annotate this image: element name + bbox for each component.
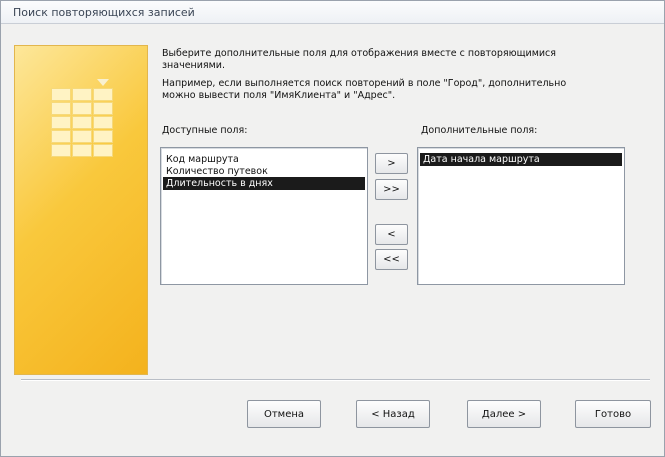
- list-item-route-start-date[interactable]: Дата начала маршрута: [420, 153, 622, 166]
- grid-cell: [51, 102, 71, 115]
- table-grid-icon: [51, 88, 115, 180]
- remove-field-button[interactable]: <: [375, 224, 408, 245]
- grid-cell: [72, 130, 92, 143]
- add-field-button[interactable]: >: [375, 153, 408, 174]
- grid-cell: [72, 88, 92, 101]
- arrow-icon: [97, 79, 109, 86]
- instruction-line-3: Например, если выполняется поиск повторе…: [162, 78, 567, 89]
- additional-fields-label: Дополнительные поля:: [421, 125, 538, 136]
- list-item-duration-days[interactable]: Длительность в днях: [163, 177, 365, 190]
- wizard-dialog: Поиск повторяющихся записей Выберите доп…: [0, 0, 665, 457]
- title-bar: Поиск повторяющихся записей: [1, 1, 664, 24]
- available-fields-label: Доступные поля:: [162, 125, 248, 136]
- grid-cell: [51, 144, 71, 157]
- footer-separator: [21, 379, 650, 381]
- grid-cell: [51, 88, 71, 101]
- available-fields-list[interactable]: Код маршрута Количество путевок Длительн…: [160, 147, 368, 285]
- grid-cell: [93, 130, 113, 143]
- grid-cell: [72, 116, 92, 129]
- grid-cell: [51, 116, 71, 129]
- grid-cell: [72, 102, 92, 115]
- finish-button[interactable]: Готово: [575, 400, 651, 428]
- instruction-line-4: можно вывести поля "ИмяКлиента" и "Адрес…: [162, 90, 396, 101]
- grid-cell: [72, 144, 92, 157]
- instruction-line-2: значениями.: [162, 60, 226, 71]
- next-button[interactable]: Далее >: [467, 400, 541, 428]
- grid-cell: [93, 88, 113, 101]
- instruction-line-1: Выберите дополнительные поля для отображ…: [162, 48, 556, 59]
- grid-cell: [93, 144, 113, 157]
- additional-fields-list[interactable]: Дата начала маршрута: [417, 147, 625, 285]
- back-button[interactable]: < Назад: [356, 400, 430, 428]
- cancel-button[interactable]: Отмена: [247, 400, 321, 428]
- wizard-illustration-icon: [14, 45, 148, 375]
- grid-cell: [51, 130, 71, 143]
- grid-cell: [93, 102, 113, 115]
- add-all-fields-button[interactable]: >>: [375, 179, 408, 200]
- remove-all-fields-button[interactable]: <<: [375, 249, 408, 270]
- grid-cell: [93, 116, 113, 129]
- window-title: Поиск повторяющихся записей: [13, 6, 195, 19]
